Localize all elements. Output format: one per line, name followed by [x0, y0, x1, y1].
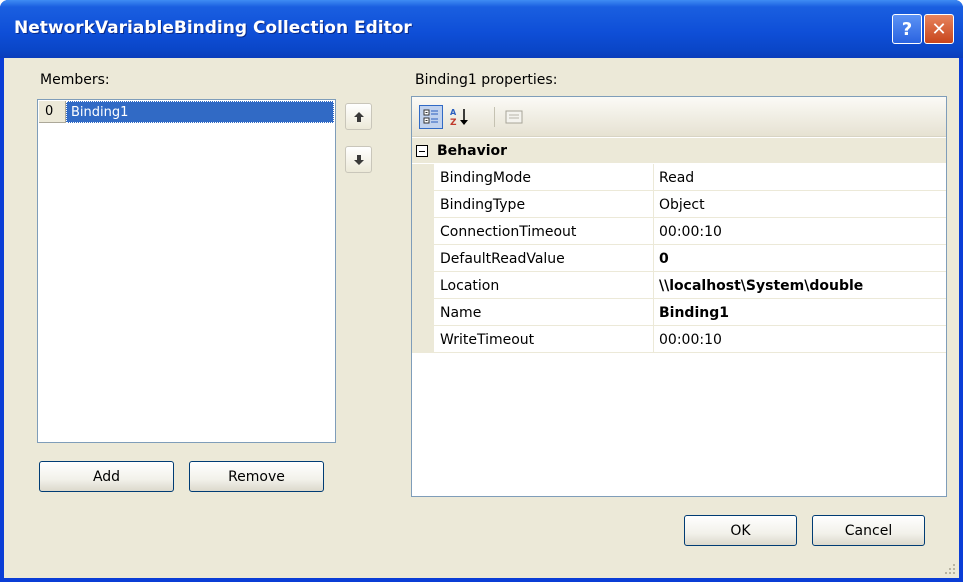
property-row[interactable]: Location \\localhost\System\double: [412, 272, 946, 299]
property-name: DefaultReadValue: [434, 245, 654, 272]
property-row[interactable]: DefaultReadValue 0: [412, 245, 946, 272]
alphabetical-button[interactable]: A Z: [448, 105, 472, 129]
down-arrow-icon: [353, 154, 364, 165]
property-value[interactable]: Read: [655, 164, 946, 191]
close-button[interactable]: ✕: [924, 14, 954, 44]
move-up-button[interactable]: [345, 103, 372, 130]
row-gutter: [412, 299, 434, 326]
remove-button[interactable]: Remove: [189, 461, 324, 492]
property-grid[interactable]: A Z Behavior BindingMode Read BindingTyp…: [411, 96, 947, 497]
list-item[interactable]: 0 Binding1: [39, 101, 334, 123]
properties-label: Binding1 properties:: [415, 72, 558, 88]
help-button[interactable]: ?: [892, 14, 922, 44]
property-name: BindingType: [434, 191, 654, 218]
property-row[interactable]: ConnectionTimeout 00:00:10: [412, 218, 946, 245]
category-row-behavior[interactable]: Behavior: [412, 138, 946, 164]
ok-button-label: OK: [730, 522, 751, 539]
cancel-button-label: Cancel: [844, 522, 893, 539]
toolbar-separator: [494, 107, 495, 127]
property-value[interactable]: 00:00:10: [655, 326, 946, 353]
row-gutter: [412, 218, 434, 245]
cancel-button[interactable]: Cancel: [812, 515, 925, 546]
members-label: Members:: [40, 72, 110, 88]
property-grid-toolbar: A Z: [412, 97, 946, 137]
add-button[interactable]: Add: [39, 461, 174, 492]
row-gutter: [412, 191, 434, 218]
property-name: WriteTimeout: [434, 326, 654, 353]
add-button-label: Add: [92, 468, 121, 485]
property-name: BindingMode: [434, 164, 654, 191]
property-value[interactable]: \\localhost\System\double: [655, 272, 946, 299]
svg-text:Z: Z: [450, 118, 457, 127]
row-gutter: [412, 326, 434, 353]
category-label: Behavior: [437, 142, 508, 159]
property-row[interactable]: WriteTimeout 00:00:10: [412, 326, 946, 353]
close-icon: ✕: [931, 18, 947, 40]
property-value[interactable]: 0: [655, 245, 946, 272]
property-name: Location: [434, 272, 654, 299]
property-row[interactable]: Name Binding1: [412, 299, 946, 326]
window-title: NetworkVariableBinding Collection Editor: [14, 18, 412, 38]
alphabetical-sort-icon: A Z: [450, 108, 468, 127]
property-pages-icon: [505, 110, 523, 124]
dialog-window: NetworkVariableBinding Collection Editor…: [0, 0, 963, 582]
row-gutter: [412, 164, 434, 191]
up-arrow-icon: [353, 111, 364, 122]
categorized-icon: [423, 109, 438, 124]
move-down-button[interactable]: [345, 146, 372, 173]
ok-button[interactable]: OK: [684, 515, 797, 546]
property-value[interactable]: Binding1: [655, 299, 946, 326]
row-gutter: [412, 272, 434, 299]
dialog-client-area: Members: 0 Binding1 Add Remove Binding1 …: [4, 58, 959, 578]
property-row[interactable]: BindingMode Read: [412, 164, 946, 191]
help-icon: ?: [901, 18, 913, 40]
row-gutter: [412, 245, 434, 272]
member-index: 0: [39, 101, 66, 123]
resize-grip-icon[interactable]: [944, 563, 956, 575]
property-name: ConnectionTimeout: [434, 218, 654, 245]
member-name[interactable]: Binding1: [66, 101, 334, 123]
members-list[interactable]: 0 Binding1: [37, 99, 336, 443]
property-pages-button[interactable]: [502, 105, 526, 129]
categorized-button[interactable]: [419, 105, 443, 129]
remove-button-label: Remove: [228, 468, 285, 485]
property-row[interactable]: BindingType Object: [412, 191, 946, 218]
svg-text:A: A: [450, 108, 457, 117]
title-bar[interactable]: NetworkVariableBinding Collection Editor…: [0, 0, 963, 58]
property-value[interactable]: 00:00:10: [655, 218, 946, 245]
property-value[interactable]: Object: [655, 191, 946, 218]
collapse-icon[interactable]: [416, 144, 428, 157]
property-name: Name: [434, 299, 654, 326]
